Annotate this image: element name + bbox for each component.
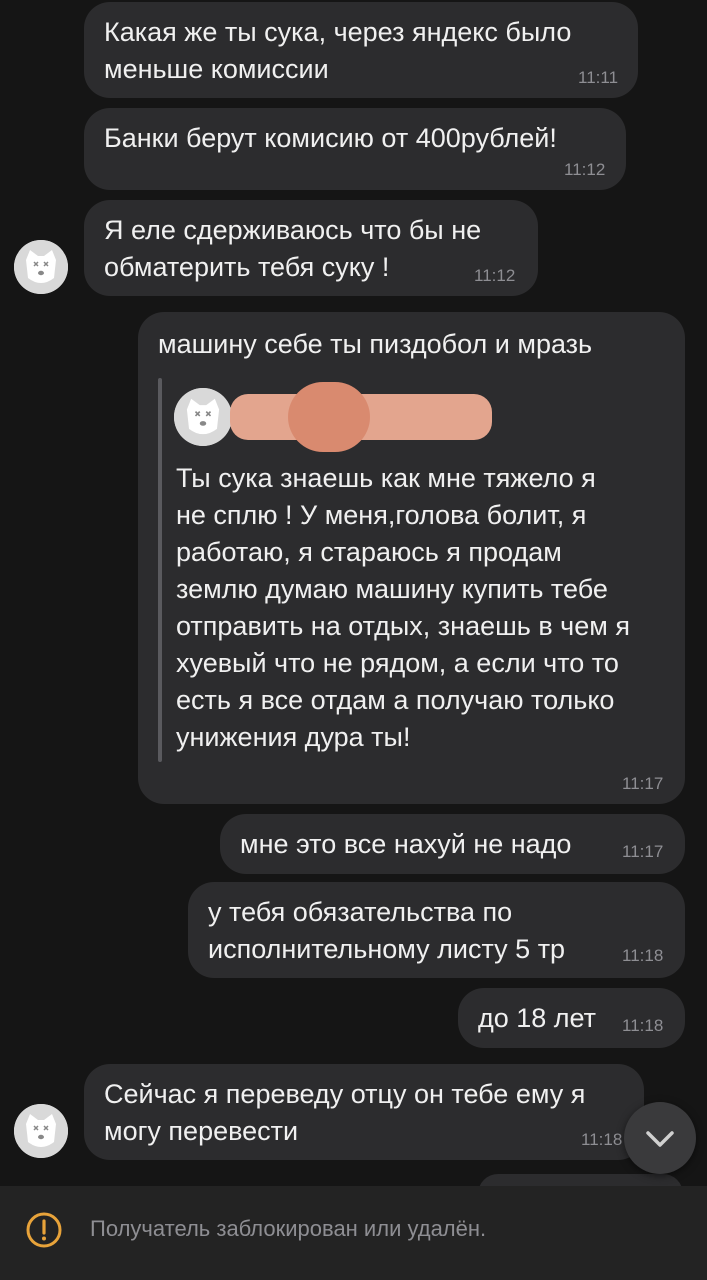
message-text: Банки берут комисию от 400рублей! xyxy=(104,123,557,153)
sender-avatar[interactable] xyxy=(14,1104,68,1158)
message-bubble-incoming[interactable]: Я еле сдерживаюсь что бы не обматерить т… xyxy=(84,200,538,296)
message-time: 11:11 xyxy=(578,68,619,87)
message-time: 11:18 xyxy=(581,1130,623,1149)
message-bubble-outgoing[interactable]: мне это все нахуй не надо 11:17 xyxy=(220,814,685,874)
message-time: 11:12 xyxy=(564,160,606,179)
message-bubble-incoming[interactable]: Сейчас я переведу отцу он тебе ему я мог… xyxy=(84,1064,644,1160)
dog-avatar-icon xyxy=(14,1104,68,1158)
message-text: мне это все нахуй не надо xyxy=(240,829,572,859)
dog-avatar-icon xyxy=(174,388,232,446)
message-text: у тебя обязательства по исполнительному … xyxy=(208,897,566,964)
quoted-sender-avatar xyxy=(174,388,232,446)
message-text: машину себе ты пиздобол и мразь xyxy=(158,329,593,359)
message-bubble-incoming[interactable]: Какая же ты сука, через яндекс было мень… xyxy=(84,2,638,98)
message-time: 11:18 xyxy=(622,1016,664,1035)
message-text: Я еле сдерживаюсь что бы не обматерить т… xyxy=(104,215,482,282)
message-bubble-outgoing[interactable]: до 18 лет 11:18 xyxy=(458,988,685,1048)
scroll-to-bottom-button[interactable] xyxy=(624,1102,696,1174)
message-time: 11:12 xyxy=(474,266,516,285)
message-bubble-incoming[interactable]: Банки берут комисию от 400рублей! 11:12 xyxy=(84,108,626,190)
blocked-notice-bar: Получатель заблокирован или удалён. xyxy=(0,1186,707,1280)
quoted-message-text: Ты сука знаешь как мне тяжело я не сплю … xyxy=(176,463,630,752)
message-bubble-outgoing[interactable]: машину себе ты пиздобол и мразь Ты сука … xyxy=(138,312,685,804)
message-text: до 18 лет xyxy=(478,1003,597,1033)
warning-icon xyxy=(26,1212,62,1248)
message-bubble-outgoing[interactable]: у тебя обязательства по исполнительному … xyxy=(188,882,685,978)
redacted-name-overlay xyxy=(288,382,370,452)
message-text: Какая же ты сука, через яндекс было мень… xyxy=(104,17,572,84)
blocked-notice-text: Получатель заблокирован или удалён. xyxy=(90,1216,487,1241)
message-time: 11:17 xyxy=(622,774,664,793)
quote-bar xyxy=(158,378,162,762)
message-time: 11:17 xyxy=(622,842,664,861)
sender-avatar[interactable] xyxy=(14,240,68,294)
message-text: Сейчас я переведу отцу он тебе ему я мог… xyxy=(104,1079,586,1146)
dog-avatar-icon xyxy=(14,240,68,294)
chevron-down-icon xyxy=(646,1131,674,1147)
message-time: 11:18 xyxy=(622,946,664,965)
